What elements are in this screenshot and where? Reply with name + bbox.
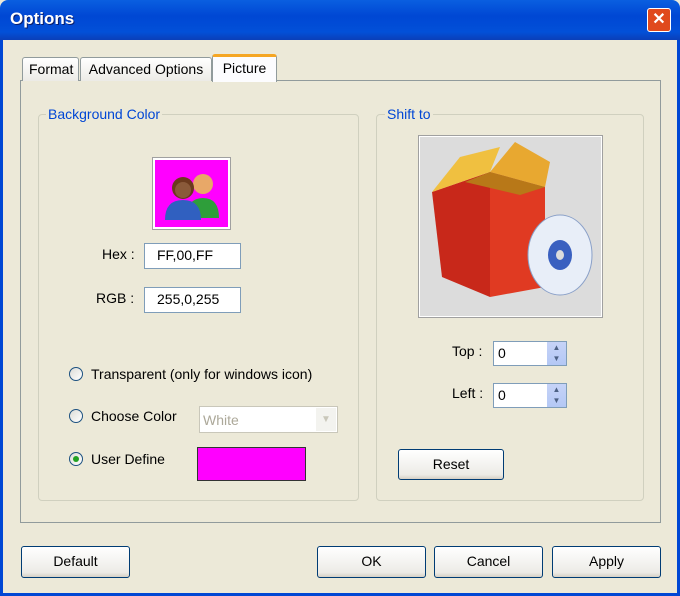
transparent-radio[interactable] xyxy=(69,367,83,381)
top-spinner[interactable]: 0 ▲ ▼ xyxy=(493,341,567,366)
left-spinner[interactable]: 0 ▲ ▼ xyxy=(493,383,567,408)
choose-color-select[interactable]: White ▼ xyxy=(199,406,338,433)
choose-color-radio[interactable] xyxy=(69,409,83,423)
left-value: 0 xyxy=(498,387,506,403)
user-define-label[interactable]: User Define xyxy=(91,451,165,467)
title-bar xyxy=(0,0,680,40)
apply-button[interactable]: Apply xyxy=(552,546,661,578)
tab-picture[interactable]: Picture xyxy=(212,54,277,82)
shift-preview xyxy=(418,135,603,318)
window-title: Options xyxy=(10,9,75,28)
rgb-label: RGB : xyxy=(96,290,135,306)
transparent-label[interactable]: Transparent (only for windows icon) xyxy=(91,366,312,382)
user-color-swatch[interactable] xyxy=(197,447,306,481)
spin-arrows-icon[interactable]: ▲ ▼ xyxy=(546,384,566,407)
users-icon xyxy=(165,174,219,220)
choose-color-label[interactable]: Choose Color xyxy=(91,408,177,424)
chevron-down-icon[interactable]: ▼ xyxy=(316,408,336,431)
icon-preview xyxy=(152,157,231,230)
rgb-input[interactable]: 255,0,255 xyxy=(144,287,241,313)
background-color-label: Background Color xyxy=(46,106,163,122)
software-box-icon xyxy=(432,142,593,297)
shift-to-label: Shift to xyxy=(385,106,433,122)
reset-button[interactable]: Reset xyxy=(398,449,504,480)
close-button[interactable]: ✕ xyxy=(647,8,671,32)
cancel-button[interactable]: Cancel xyxy=(434,546,543,578)
choose-color-value: White xyxy=(203,412,239,428)
user-define-radio[interactable] xyxy=(69,452,83,466)
default-button[interactable]: Default xyxy=(21,546,130,578)
top-label: Top : xyxy=(452,343,483,359)
tab-advanced-options[interactable]: Advanced Options xyxy=(80,57,212,81)
hex-input[interactable]: FF,00,FF xyxy=(144,243,241,269)
spin-arrows-icon[interactable]: ▲ ▼ xyxy=(546,342,566,365)
ok-button[interactable]: OK xyxy=(317,546,426,578)
left-label: Left : xyxy=(452,385,484,401)
top-value: 0 xyxy=(498,345,506,361)
tab-format[interactable]: Format xyxy=(22,57,79,81)
hex-label: Hex : xyxy=(102,246,135,262)
